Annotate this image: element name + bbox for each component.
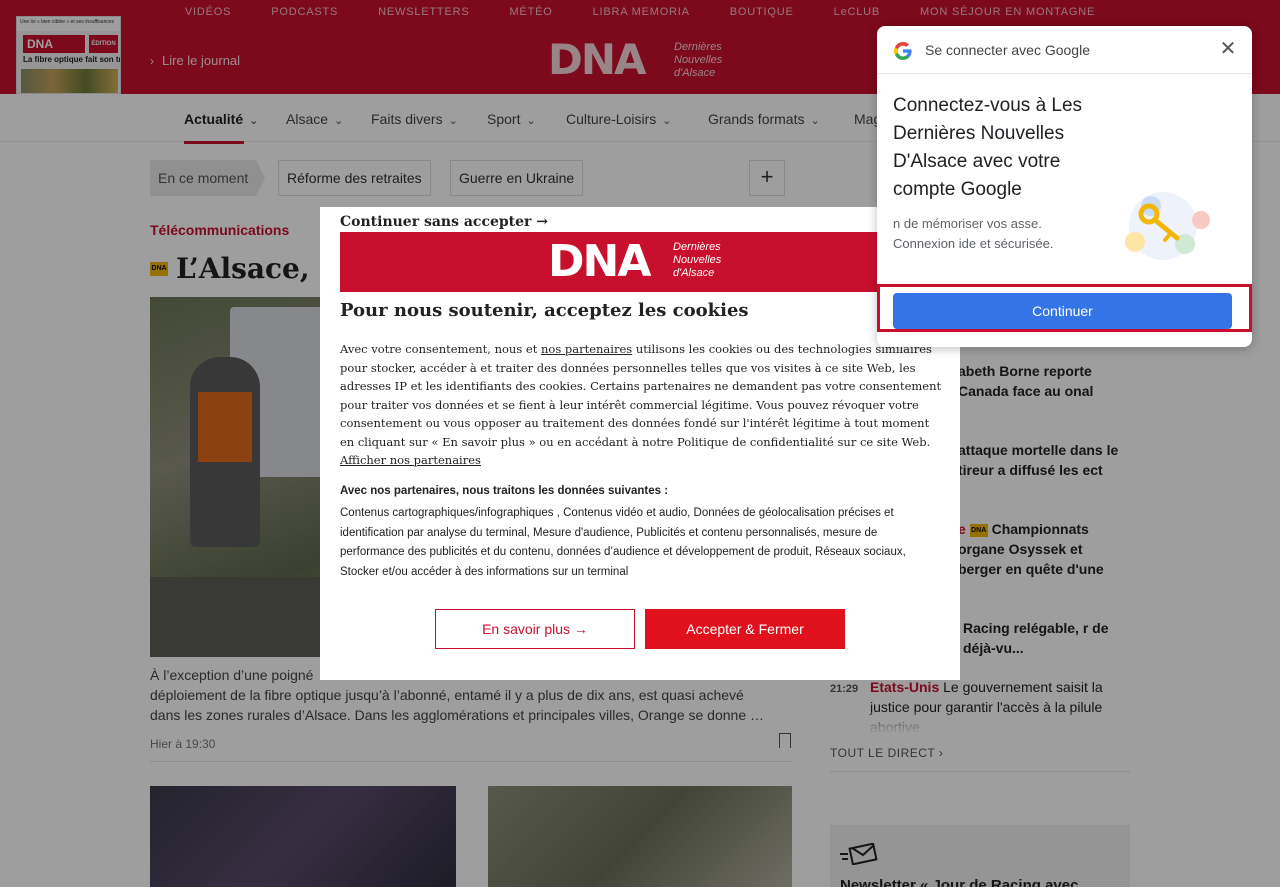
google-logo-icon [894,42,912,60]
show-partners-link[interactable]: Afficher nos partenaires [340,453,481,467]
cookie-description: Avec votre consentement, nous et nos par… [340,342,942,467]
close-icon[interactable]: ✕ [1217,38,1239,60]
google-popup-text: n de mémoriser vos asse. Connexion ide e… [893,216,1054,251]
google-continue-button[interactable]: Continuer [893,293,1232,329]
google-popup-heading: Connectez-vous à Les Dernières Nouvelles… [893,95,1083,200]
cookie-purposes-title: Avec nos partenaires, nous traitons les … [340,485,669,497]
partners-link[interactable]: nos partenaires [541,342,632,356]
accept-close-button[interactable]: Accepter & Fermer [645,609,845,649]
cookie-banner-logo: DNA Dernières Nouvelles d'Alsace [340,232,940,292]
cookie-title: Pour nous soutenir, acceptez les cookies [340,300,749,321]
continue-without-accepting-link[interactable]: Continuer sans accepter → [340,214,548,230]
google-popup-header: Se connecter avec Google ✕ [877,26,1252,74]
key-illustration-icon [1125,192,1210,260]
cookie-purposes: Contenus cartographiques/infographiques … [340,507,906,578]
cookie-consent-dialog: Continuer sans accepter → DNA Dernières N… [320,207,960,680]
google-signin-popup: Se connecter avec Google ✕ Connectez-vou… [877,26,1252,347]
google-popup-title: Se connecter avec Google [925,42,1090,58]
learn-more-button[interactable]: En savoir plus → [435,609,635,649]
